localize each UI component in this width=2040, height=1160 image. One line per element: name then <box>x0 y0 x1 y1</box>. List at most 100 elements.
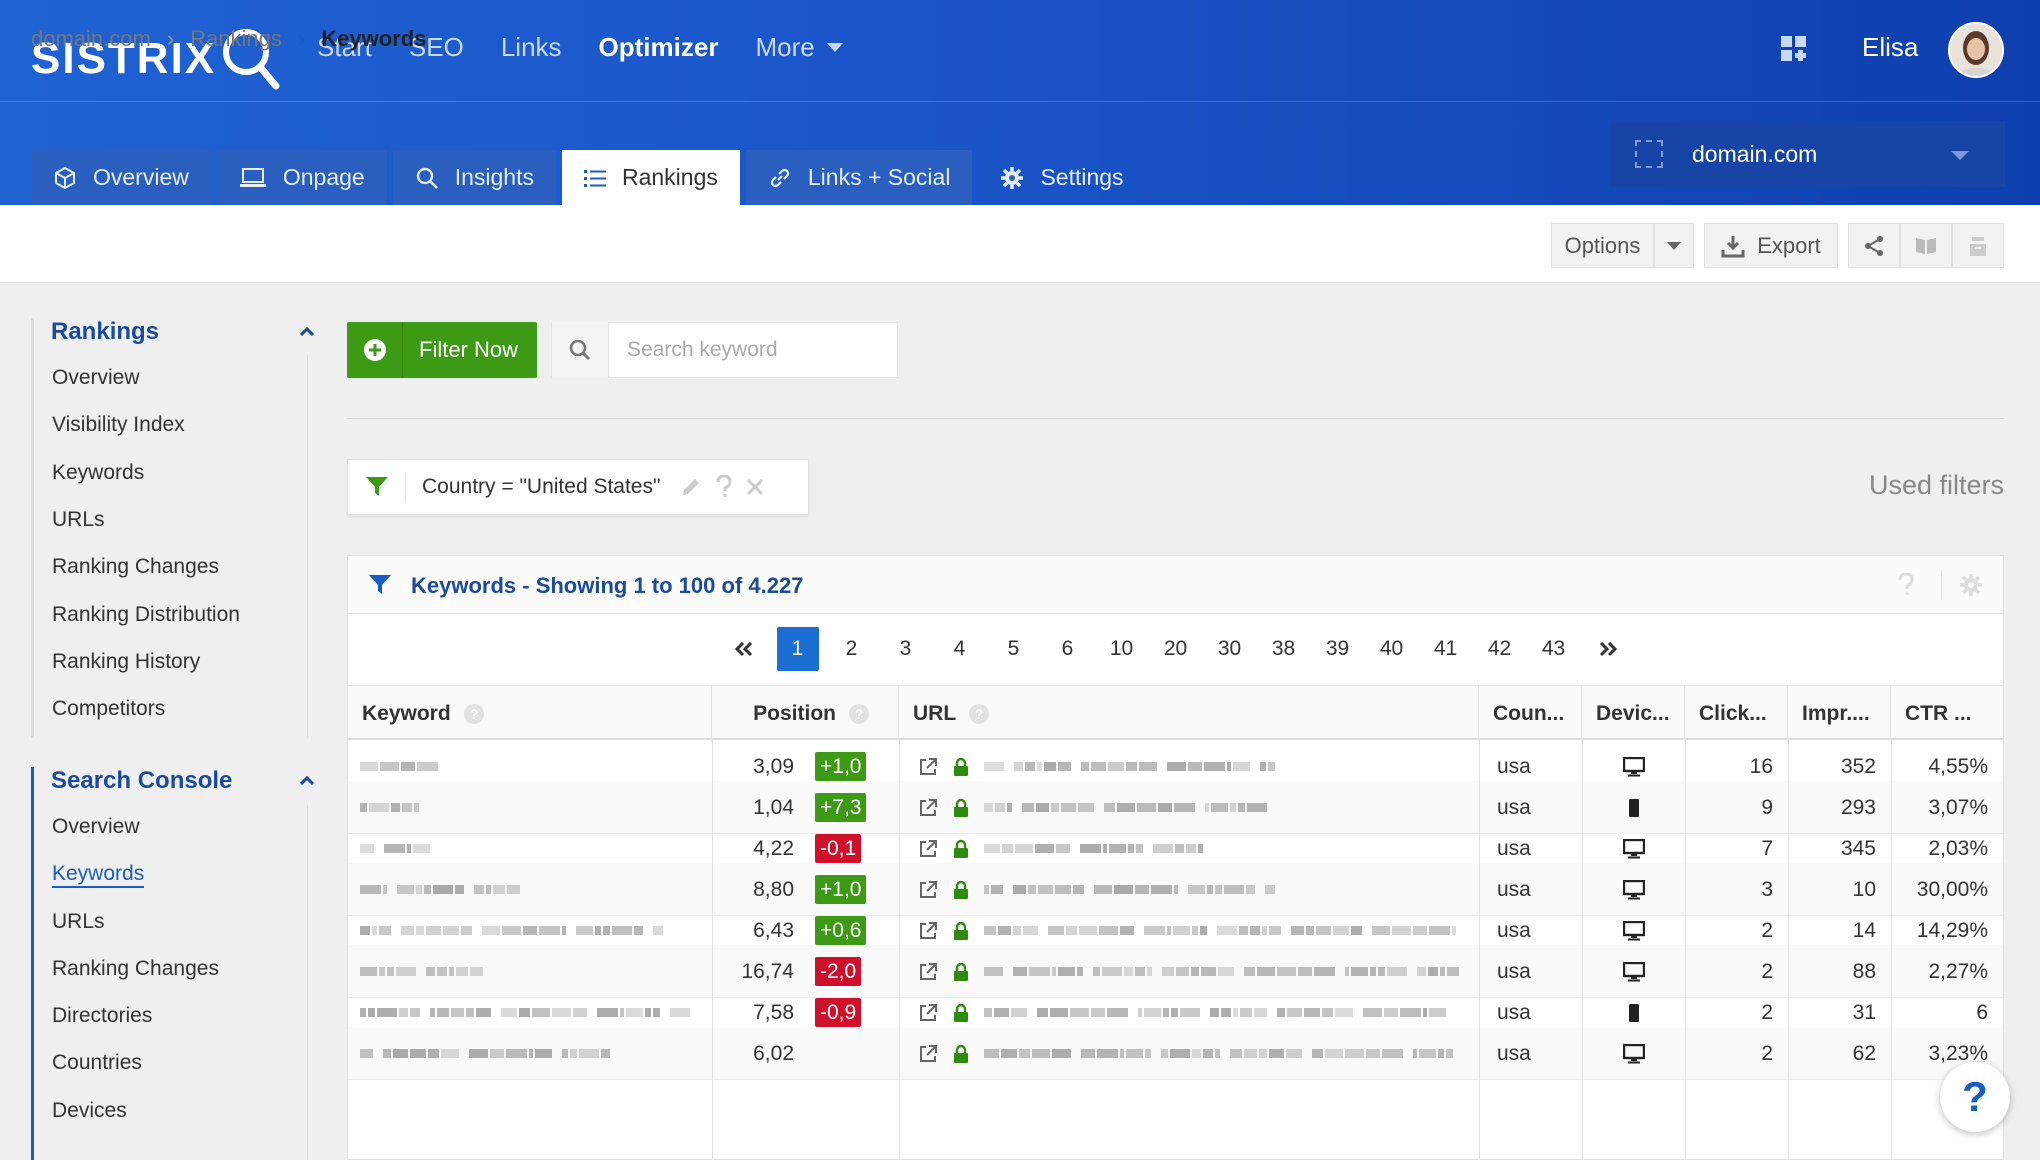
help-icon[interactable] <box>1898 573 1914 597</box>
page-link[interactable]: 4 <box>939 627 981 671</box>
sidebar-item-ranking-history[interactable]: Ranking History <box>52 650 200 674</box>
sidebar-divider <box>307 355 308 738</box>
sidebar-item-ranking-distribution[interactable]: Ranking Distribution <box>52 603 240 627</box>
page-link[interactable]: 43 <box>1533 627 1575 671</box>
user-name[interactable]: Elisa <box>1862 32 1918 63</box>
chevron-up-icon[interactable] <box>300 326 314 336</box>
keyword-cell[interactable] <box>360 1027 700 1080</box>
sidebar-item-ranking-changes[interactable]: Ranking Changes <box>52 555 219 579</box>
sidebar-item-sc-overview[interactable]: Overview <box>52 815 140 839</box>
search-icon[interactable] <box>552 322 609 378</box>
sidebar-item-keywords[interactable]: Keywords <box>52 461 144 485</box>
tab-onpage[interactable]: Onpage <box>216 150 387 205</box>
page-link[interactable]: 3 <box>885 627 927 671</box>
position-value: 6,02 <box>753 1041 794 1065</box>
sidebar-item-competitors[interactable]: Competitors <box>52 697 165 721</box>
share-icon <box>1865 235 1883 256</box>
page-link[interactable]: 1 <box>776 627 819 671</box>
column-header-keyword[interactable]: Keyword? <box>348 686 712 741</box>
page-link[interactable]: 2 <box>831 627 873 671</box>
filter-now-label: Filter Now <box>419 337 519 362</box>
page-link[interactable]: 20 <box>1155 627 1197 671</box>
tab-rankings[interactable]: Rankings <box>561 150 740 205</box>
help-icon[interactable]: ? <box>463 703 485 725</box>
close-icon[interactable] <box>746 478 764 496</box>
redacted-text <box>984 923 1466 939</box>
sidebar-item-sc-directories[interactable]: Directories <box>52 1004 152 1028</box>
tab-links-social-label: Links + Social <box>807 164 951 190</box>
last-page-icon[interactable] <box>1587 627 1629 671</box>
sidebar-item-overview[interactable]: Overview <box>52 366 140 390</box>
tab-insights[interactable]: Insights <box>392 150 556 205</box>
column-label: Position <box>753 701 836 725</box>
nav-optimizer[interactable]: Optimizer <box>599 32 719 63</box>
column-header-impressions[interactable]: Impr.... <box>1788 686 1891 741</box>
sidebar-item-visibility-index[interactable]: Visibility Index <box>52 413 185 437</box>
tab-links-social[interactable]: Links + Social <box>745 150 973 205</box>
export-button[interactable]: Export <box>1704 223 1838 268</box>
breadcrumb-item[interactable]: Rankings <box>190 26 282 52</box>
impressions-value: 62 <box>1852 1041 1876 1065</box>
help-icon[interactable] <box>716 475 732 499</box>
sidebar-item-sc-countries[interactable]: Countries <box>52 1051 142 1075</box>
page-link[interactable]: 38 <box>1263 627 1305 671</box>
apps-grid-icon[interactable] <box>1781 36 1807 62</box>
chevron-up-icon[interactable] <box>300 775 314 785</box>
options-dropdown-button[interactable] <box>1654 223 1694 268</box>
column-header-url[interactable]: URL? <box>899 686 1479 741</box>
external-link-icon[interactable] <box>918 1027 942 1080</box>
sidebar-item-sc-devices[interactable]: Devices <box>52 1099 127 1123</box>
help-icon[interactable]: ? <box>968 703 990 725</box>
column-divider <box>1788 740 1789 1160</box>
column-label: Devic... <box>1596 701 1670 725</box>
column-header-device[interactable]: Devic... <box>1582 686 1685 741</box>
page-link[interactable]: 30 <box>1209 627 1251 671</box>
page-link[interactable]: 39 <box>1317 627 1359 671</box>
nav-more[interactable]: More <box>755 32 843 63</box>
share-button[interactable] <box>1848 223 1900 268</box>
domain-selector[interactable]: domain.com <box>1611 121 2005 187</box>
search-input[interactable] <box>609 338 889 362</box>
sidebar-group-title-search-console[interactable]: Search Console <box>51 767 232 795</box>
download-icon <box>1721 235 1745 257</box>
column-header-clicks[interactable]: Click... <box>1685 686 1788 741</box>
help-icon[interactable]: ? <box>848 703 870 725</box>
sidebar-item-sc-keywords[interactable]: Keywords <box>52 862 145 888</box>
breadcrumb-current: Keywords <box>321 26 427 51</box>
tab-onpage-label: Onpage <box>282 164 365 190</box>
page-link[interactable]: 6 <box>1047 627 1089 671</box>
archive-button[interactable] <box>1952 223 2004 268</box>
avatar[interactable] <box>1948 22 2004 78</box>
column-header-ctr[interactable]: CTR ... <box>1891 686 2003 741</box>
redacted-text <box>360 1046 612 1062</box>
sidebar-item-sc-ranking-changes[interactable]: Ranking Changes <box>52 957 219 981</box>
sidebar-item-urls[interactable]: URLs <box>52 508 105 532</box>
column-header-position[interactable]: Position? <box>712 686 899 741</box>
page-link[interactable]: 40 <box>1371 627 1413 671</box>
column-header-country[interactable]: Coun... <box>1479 686 1582 741</box>
column-label: Keyword <box>362 701 451 725</box>
breadcrumb-item[interactable]: domain.com <box>31 26 151 52</box>
edit-icon[interactable] <box>680 476 702 498</box>
help-button[interactable]: ? <box>1940 1062 2010 1132</box>
nav-links[interactable]: Links <box>501 32 562 63</box>
page-link[interactable]: 41 <box>1425 627 1467 671</box>
filter-now-button[interactable]: Filter Now <box>347 322 537 378</box>
tab-settings[interactable]: Settings <box>978 150 1145 205</box>
sidebar-item-sc-urls[interactable]: URLs <box>52 910 105 934</box>
gear-icon[interactable] <box>1959 573 1983 597</box>
laptop-icon <box>239 167 266 187</box>
module-tabs: Overview Onpage Insights Rankings Links … <box>31 150 1152 205</box>
page-link[interactable]: 42 <box>1479 627 1521 671</box>
redacted-text <box>984 1005 1456 1021</box>
sidebar-group-title-rankings[interactable]: Rankings <box>51 318 159 346</box>
page-link[interactable]: 5 <box>993 627 1035 671</box>
options-button[interactable]: Options <box>1551 223 1654 268</box>
table-row[interactable]: 6,02 usa 2 62 3,23% <box>348 1027 2003 1080</box>
bookmark-button[interactable] <box>1900 223 1952 268</box>
page-link[interactable]: 10 <box>1101 627 1143 671</box>
tab-overview[interactable]: Overview <box>31 150 211 205</box>
first-page-icon[interactable] <box>723 627 765 671</box>
keyword-search <box>551 322 898 378</box>
url-cell[interactable] <box>984 1027 1464 1080</box>
